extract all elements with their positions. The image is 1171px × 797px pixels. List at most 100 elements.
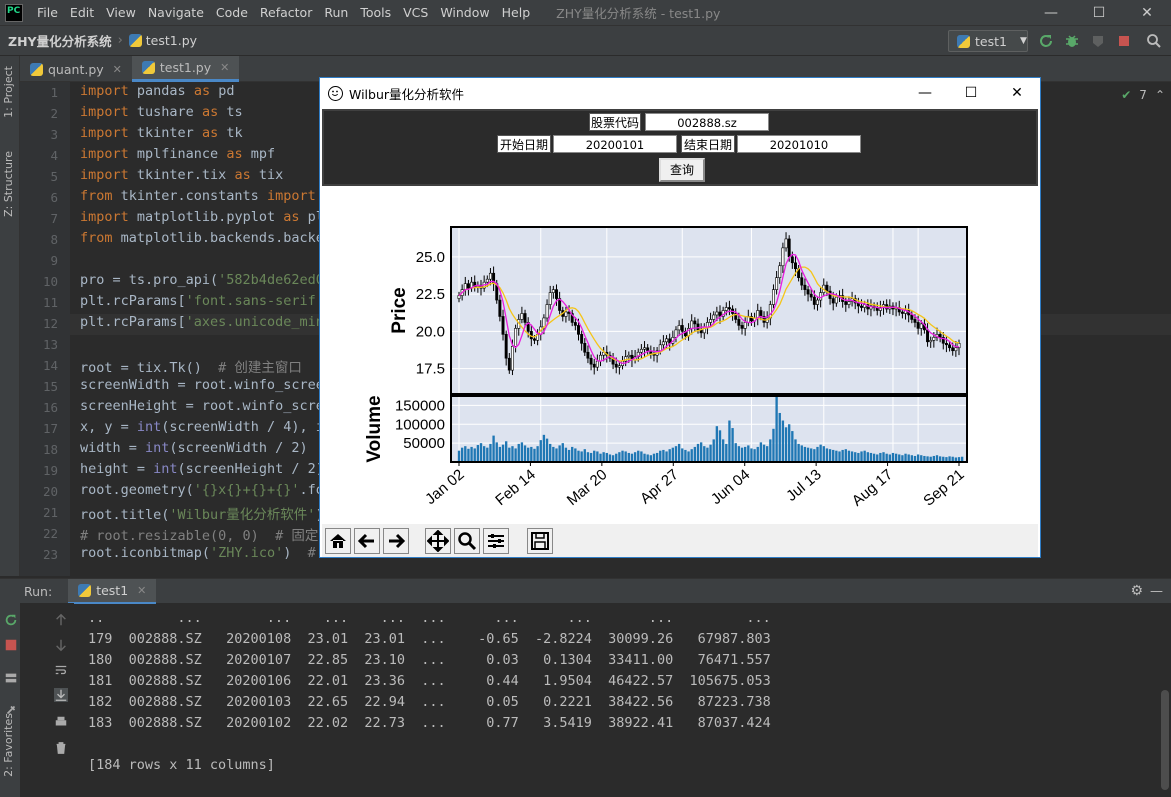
- close-icon[interactable]: ✕: [220, 61, 229, 74]
- tab-test1-py[interactable]: test1.py ✕: [131, 56, 240, 82]
- tk-maximize-button[interactable]: ☐: [948, 78, 994, 108]
- tk-title: Wilbur量化分析软件: [349, 86, 465, 102]
- console-line: 182 002888.SZ 20200103 22.65 22.94 ... 0…: [88, 694, 771, 710]
- menu-refactor[interactable]: Refactor: [254, 5, 318, 20]
- search-icon[interactable]: [1146, 33, 1162, 49]
- console-line: 181 002888.SZ 20200106 22.01 23.36 ... 0…: [88, 673, 771, 689]
- candle-body: [504, 334, 508, 359]
- candle-body: [501, 316, 505, 335]
- volume-bar: [681, 448, 684, 462]
- layout-icon[interactable]: [4, 671, 18, 685]
- print-icon[interactable]: [54, 715, 68, 729]
- menu-help[interactable]: Help: [496, 5, 537, 20]
- scroll-to-end-icon[interactable]: [54, 688, 68, 702]
- tk-title-bar: Wilbur量化分析软件 — ☐ ✕: [320, 78, 1040, 108]
- coverage-icon[interactable]: [1090, 33, 1106, 49]
- menu-edit[interactable]: Edit: [64, 5, 100, 20]
- stop-icon[interactable]: [1116, 33, 1132, 49]
- back-button[interactable]: [354, 528, 380, 554]
- candle-body: [485, 278, 489, 283]
- code-line: import tkinter as tk: [80, 125, 243, 141]
- candle-body: [696, 323, 700, 331]
- tk-close-button[interactable]: ✕: [994, 78, 1040, 108]
- debug-icon[interactable]: [1064, 33, 1080, 49]
- menu-file[interactable]: File: [31, 5, 64, 20]
- end-date-input[interactable]: 20201010: [737, 135, 861, 153]
- volume-bar: [599, 453, 602, 462]
- trash-icon[interactable]: [54, 741, 68, 755]
- candle-body: [759, 310, 763, 317]
- volume-bar: [879, 452, 882, 462]
- candle-body: [775, 277, 779, 290]
- volume-bar: [706, 447, 709, 462]
- tk-minimize-button[interactable]: —: [902, 78, 948, 108]
- forward-button[interactable]: [383, 528, 409, 554]
- close-icon[interactable]: ✕: [137, 584, 146, 597]
- candle-body: [592, 363, 596, 368]
- close-icon[interactable]: ✕: [113, 63, 122, 76]
- arrow-up-icon[interactable]: [54, 613, 68, 627]
- candle-body: [680, 325, 684, 332]
- gear-icon[interactable]: ⚙: [1130, 583, 1143, 599]
- volume-bar: [611, 455, 615, 462]
- line-number: 8: [50, 232, 58, 247]
- minimize-button[interactable]: —: [1027, 0, 1075, 25]
- arrow-down-icon[interactable]: [54, 638, 68, 652]
- stock-code-input[interactable]: 002888.sz: [645, 113, 769, 131]
- x-tick-label: Jul 13: [783, 466, 825, 505]
- rerun-icon[interactable]: [4, 613, 18, 627]
- console-output[interactable]: .. ... ... ... ... ... ... ... ... ... 17…: [88, 608, 771, 776]
- menu-navigate[interactable]: Navigate: [142, 5, 210, 20]
- menu-window[interactable]: Window: [434, 5, 495, 20]
- tab-quant-py[interactable]: quant.py ✕: [20, 56, 132, 82]
- volume-bar: [791, 431, 794, 462]
- python-file-icon: [141, 61, 155, 74]
- menu-tools[interactable]: Tools: [354, 5, 397, 20]
- zoom-button[interactable]: [454, 528, 480, 554]
- start-date-input[interactable]: 20200101: [553, 135, 677, 153]
- run-tab-test1[interactable]: test1 ✕: [68, 578, 157, 604]
- volume-bar: [479, 443, 483, 462]
- menu-vcs[interactable]: VCS: [397, 5, 434, 20]
- home-button[interactable]: [325, 528, 351, 554]
- menu-run[interactable]: Run: [318, 5, 354, 20]
- code-line: screenWidth = root.winfo_scree: [80, 377, 324, 393]
- candle-body: [498, 299, 502, 317]
- chevron-up-icon[interactable]: ⌃: [1155, 88, 1165, 102]
- volume-bar: [778, 412, 781, 462]
- volume-bar: [832, 449, 835, 462]
- breadcrumb-file[interactable]: test1.py: [128, 33, 197, 48]
- volume-bar: [580, 451, 583, 462]
- configure-subplots-button[interactable]: [483, 528, 509, 554]
- console-scrollbar[interactable]: [1161, 690, 1169, 790]
- inspection-widget[interactable]: ✔ 7 ⌃: [1121, 88, 1165, 102]
- maximize-button[interactable]: ☐: [1075, 0, 1123, 25]
- menu-view[interactable]: View: [100, 5, 142, 20]
- candle-body: [542, 317, 546, 328]
- project-tool-tab[interactable]: 1: Project: [2, 66, 15, 118]
- stop-icon[interactable]: [4, 638, 18, 652]
- volume-bar: [659, 450, 662, 462]
- candle-body: [913, 319, 917, 323]
- pan-button[interactable]: [425, 528, 451, 554]
- soft-wrap-icon[interactable]: [54, 663, 68, 677]
- run-config-selector[interactable]: test1 ▼: [948, 30, 1028, 52]
- volume-bar: [517, 443, 520, 462]
- rerun-icon[interactable]: [1038, 33, 1054, 49]
- close-button[interactable]: ✕: [1123, 0, 1171, 25]
- volume-bar: [646, 454, 649, 462]
- structure-tool-tab[interactable]: Z: Structure: [2, 151, 15, 217]
- candle-body: [614, 363, 618, 368]
- line-number: 13: [42, 337, 58, 352]
- save-button[interactable]: [527, 528, 553, 554]
- volume-bar: [508, 447, 511, 462]
- candle-body: [954, 347, 958, 352]
- favorites-tool-tab[interactable]: 2: Favorites: [2, 713, 15, 777]
- menu-code[interactable]: Code: [210, 5, 254, 20]
- query-button[interactable]: 查询: [659, 158, 705, 182]
- hide-icon[interactable]: —: [1150, 584, 1163, 599]
- volume-bar: [898, 454, 901, 462]
- breadcrumb-project[interactable]: ZHY量化分析系统: [8, 31, 112, 50]
- volume-bar: [835, 450, 838, 462]
- volume-bar: [608, 454, 612, 462]
